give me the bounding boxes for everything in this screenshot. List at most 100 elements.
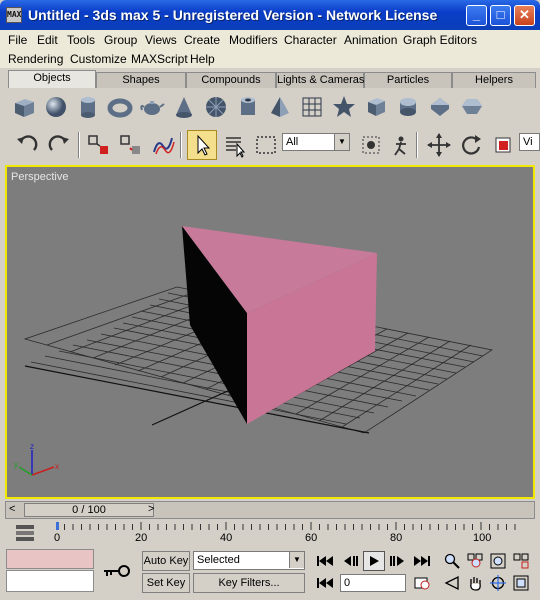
tick-label-80: 80 (390, 532, 403, 544)
key-mode-dropdown[interactable]: Selected ▼ (193, 551, 305, 570)
menu-rendering[interactable]: Rendering (8, 52, 63, 66)
menu-views[interactable]: Views (145, 33, 177, 47)
key-filters-button[interactable]: Key Filters... (193, 573, 305, 593)
app-icon[interactable]: MAX (6, 7, 22, 23)
menu-animation[interactable]: Animation (344, 33, 397, 47)
chamferbox-icon[interactable] (361, 92, 391, 122)
main-toolbar: All ▼ Vi (0, 126, 540, 164)
minimize-button[interactable]: _ (466, 5, 487, 26)
spindle-icon[interactable] (425, 92, 455, 122)
unlink-icon[interactable] (116, 130, 146, 160)
selection-filter-value: All (286, 136, 299, 148)
set-key-button[interactable]: Set Key (142, 573, 190, 593)
curve-editor-mini-icon[interactable] (10, 521, 40, 545)
axis-label-y: y (14, 460, 18, 469)
command-tabs: Objects Shapes Compounds Lights & Camera… (0, 70, 540, 88)
viewport-scene: z x y (14, 226, 494, 476)
select-and-rotate-icon[interactable] (456, 130, 486, 160)
key-mode-value: Selected (197, 554, 240, 566)
pan-hand-icon[interactable] (464, 573, 486, 593)
menu-character[interactable]: Character (284, 33, 337, 47)
menu-graph-editors[interactable]: Graph Editors (403, 33, 477, 47)
tab-objects[interactable]: Objects (8, 70, 96, 88)
select-and-manipulate-icon[interactable] (356, 130, 386, 160)
objects-toolbar (0, 89, 540, 125)
redo-icon[interactable] (44, 130, 74, 160)
time-slider[interactable]: < 0 / 100 > (5, 501, 535, 519)
menu-maxscript[interactable]: MAXScript (131, 52, 188, 66)
plane-icon[interactable] (297, 92, 327, 122)
title-bar[interactable]: MAX Untitled - 3ds max 5 - Unregistered … (0, 0, 540, 30)
axis-tripod: z x y (14, 442, 59, 476)
tube-icon[interactable] (233, 92, 263, 122)
geosphere-icon[interactable] (201, 92, 231, 122)
tick-label-100: 100 (473, 532, 492, 544)
menu-tools[interactable]: Tools (67, 33, 95, 47)
current-frame-marker (56, 522, 59, 530)
tab-lights-cameras[interactable]: Lights & Cameras (276, 72, 364, 88)
menu-help[interactable]: Help (190, 52, 215, 66)
cylinder-icon[interactable] (73, 92, 103, 122)
zoom-icon[interactable] (441, 551, 463, 571)
bind-to-spacewarp-icon[interactable] (148, 130, 178, 160)
go-to-start-icon[interactable] (314, 551, 336, 571)
current-frame-field[interactable]: 0 (340, 574, 406, 592)
menu-edit[interactable]: Edit (37, 33, 58, 47)
close-button[interactable]: ✕ (514, 5, 535, 26)
perspective-viewport[interactable]: Perspective z x y (5, 165, 535, 499)
pyramid-icon[interactable] (265, 92, 295, 122)
time-configuration-icon[interactable] (411, 573, 433, 593)
window-title: Untitled - 3ds max 5 - Unregistered Vers… (28, 7, 438, 23)
sphere-icon[interactable] (41, 92, 71, 122)
gengon-icon[interactable] (457, 92, 487, 122)
select-object-icon[interactable] (187, 130, 217, 160)
zoom-extents-icon[interactable] (487, 551, 509, 571)
selection-filter-dropdown[interactable]: All ▼ (282, 133, 350, 151)
key-icon[interactable] (100, 556, 132, 586)
tick-label-40: 40 (220, 532, 233, 544)
box-icon[interactable] (9, 92, 39, 122)
tab-shapes[interactable]: Shapes (96, 72, 186, 88)
status-prompt-field[interactable] (6, 570, 94, 592)
axis-label-z: z (30, 442, 34, 451)
go-to-end-icon[interactable] (411, 551, 433, 571)
undo-icon[interactable] (12, 130, 42, 160)
min-max-toggle-icon[interactable] (510, 573, 532, 593)
tab-particles[interactable]: Particles (364, 72, 452, 88)
play-icon[interactable] (363, 551, 385, 571)
chevron-down-icon: ▼ (289, 552, 304, 568)
menu-create[interactable]: Create (184, 33, 220, 47)
region-select-icon[interactable] (251, 130, 281, 160)
field-of-view-icon[interactable] (441, 573, 463, 593)
named-selection-dropdown[interactable]: Vi (519, 133, 540, 151)
maximize-button[interactable]: □ (490, 5, 511, 26)
menu-file[interactable]: File (8, 33, 27, 47)
tab-helpers[interactable]: Helpers (452, 72, 536, 88)
torus-icon[interactable] (105, 92, 135, 122)
oiltank-icon[interactable] (393, 92, 423, 122)
time-next-arrow[interactable]: > (148, 503, 154, 515)
time-slider-thumb[interactable]: 0 / 100 (24, 503, 154, 517)
arc-rotate-icon[interactable] (487, 573, 509, 593)
previous-frame-icon[interactable] (340, 551, 362, 571)
next-frame-icon[interactable] (386, 551, 408, 571)
teapot-icon[interactable] (137, 92, 167, 122)
select-by-name-icon[interactable] (219, 130, 249, 160)
select-and-scale-icon[interactable] (488, 130, 518, 160)
menu-group[interactable]: Group (104, 33, 137, 47)
menu-modifiers[interactable]: Modifiers (229, 33, 278, 47)
hedra-icon[interactable] (329, 92, 359, 122)
select-and-link-icon[interactable] (84, 130, 114, 160)
menu-customize[interactable]: Customize (70, 52, 127, 66)
axis-label-x: x (55, 462, 59, 471)
maxscript-listener-mini[interactable] (6, 549, 94, 569)
auto-key-button[interactable]: Auto Key (142, 551, 190, 571)
tab-compounds[interactable]: Compounds (186, 72, 276, 88)
time-prev-arrow[interactable]: < (9, 503, 15, 515)
zoom-extents-all-icon[interactable] (510, 551, 532, 571)
crossing-icon[interactable] (386, 130, 416, 160)
zoom-all-icon[interactable] (464, 551, 486, 571)
cone-icon[interactable] (169, 92, 199, 122)
select-and-move-icon[interactable] (424, 130, 454, 160)
key-mode-toggle-icon[interactable] (314, 573, 336, 593)
